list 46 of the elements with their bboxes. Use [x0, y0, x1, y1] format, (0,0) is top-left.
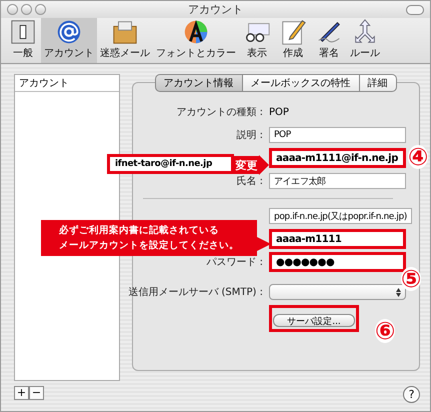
old-address-note: ifnet-taro@if-n.ne.jp [107, 154, 234, 174]
toolbar-label: 一般 [13, 47, 33, 60]
input-field[interactable]: aaaa-m1111 [269, 229, 406, 249]
field-label: 説明 : [236, 128, 263, 142]
toolbar-item[interactable]: ルール [347, 18, 383, 63]
input-field[interactable]: pop.if-n.ne.jp(又はpopr.if-n.ne.jp) [269, 208, 412, 224]
toolbar-item[interactable]: 作成 [275, 18, 311, 63]
toolbar-label: フォントとカラー [156, 47, 236, 60]
tab[interactable]: アカウント情報 [154, 74, 242, 92]
account-type-value: POP [269, 106, 290, 118]
field-label: アカウントの種類 : [176, 106, 263, 119]
toolbar-label: アカウント [44, 47, 94, 60]
input-field[interactable]: POP [269, 127, 406, 143]
window-control-icon[interactable] [35, 4, 46, 15]
step-marker: ④ [408, 145, 428, 169]
window-title: アカウント [188, 2, 243, 17]
window-control-icon[interactable] [21, 4, 32, 15]
field-label: パスワード : [206, 256, 263, 269]
toolbar-item[interactable]: フォントとカラー [153, 18, 239, 63]
list-header: アカウント [15, 75, 119, 92]
toolbar-toggle-icon[interactable] [406, 5, 424, 15]
toolbar-label: 作成 [283, 46, 303, 60]
toolbar-item[interactable]: 一般 [5, 18, 41, 63]
toolbar-label: 表示 [247, 46, 267, 60]
toolbar-label: 署名 [319, 46, 339, 60]
input-field[interactable]: aaaa-m1111@if-n.ne.jp [269, 148, 406, 168]
field-label: 送信用メールサーバ (SMTP) : [128, 286, 263, 299]
remove-button[interactable]: − [29, 386, 44, 400]
toolbar-item[interactable]: 迷惑メール [97, 18, 153, 63]
window-control-icon[interactable] [7, 4, 18, 15]
toolbar-item[interactable]: 表示 [239, 18, 275, 63]
pen-icon [318, 22, 340, 42]
server-settings-button[interactable]: サーバ設定... [273, 314, 355, 327]
stepper-icon [396, 288, 401, 296]
tab[interactable]: 詳細 [358, 74, 396, 92]
help-button[interactable]: ? [403, 386, 420, 403]
field-label: 氏名 : [236, 174, 263, 188]
tab[interactable]: メールボックスの特性 [242, 74, 360, 92]
toolbar-label: ルール [350, 47, 380, 60]
add-button[interactable]: + [14, 386, 29, 400]
arrow-icon [259, 155, 269, 175]
toolbar-item[interactable]: アカウント [41, 18, 97, 63]
toolbar-item[interactable]: 署名 [311, 18, 347, 63]
toolbar-label: 迷惑メール [100, 46, 150, 60]
password-field[interactable]: ●●●●●●● [269, 252, 406, 272]
input-field[interactable]: アイエフ太郎 [269, 173, 406, 189]
